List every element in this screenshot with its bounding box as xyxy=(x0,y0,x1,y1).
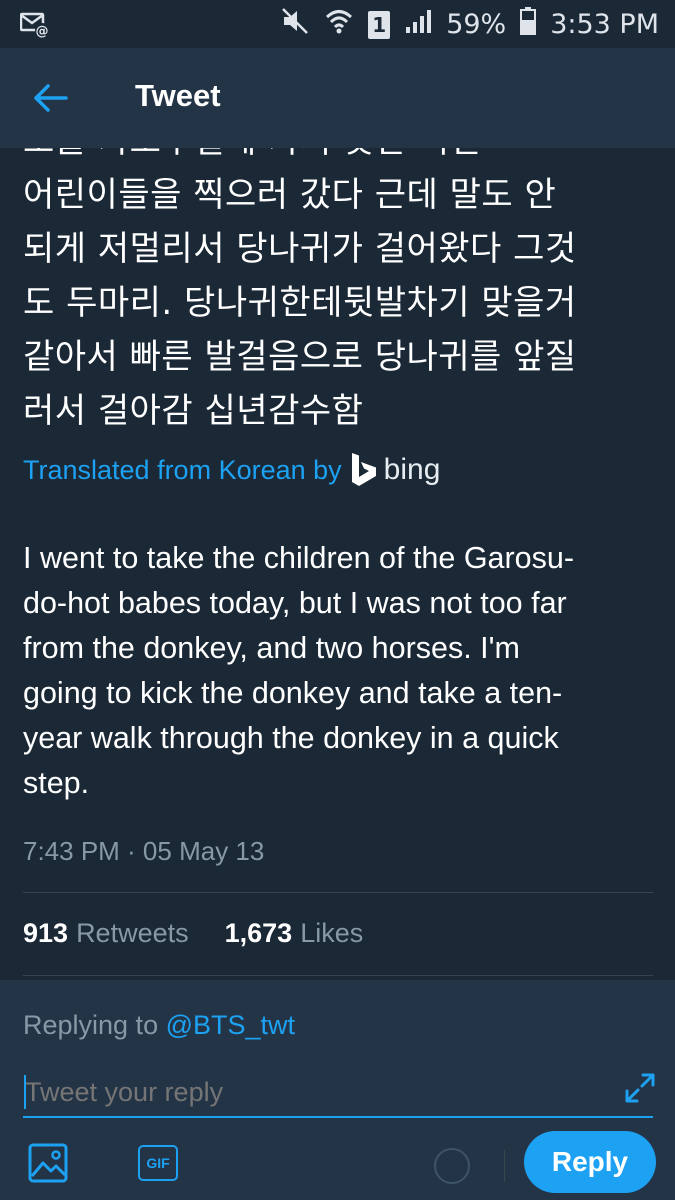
signal-icon xyxy=(404,7,432,42)
tweet-text-line: 도 두마리. 당나귀한테뒷발차기 맞을거 xyxy=(23,283,577,323)
battery-icon xyxy=(520,7,537,42)
clock: 3:53 PM xyxy=(550,9,659,40)
page-title: Tweet xyxy=(135,78,221,113)
battery-percent: 59% xyxy=(446,9,507,40)
translator-name: bing xyxy=(383,453,441,486)
reply-composer: Replying to @BTS_twt GIF Reply xyxy=(0,980,675,1200)
divider xyxy=(504,1150,505,1182)
tweet-text-line: 어린이들을 찍으러 갔다 근데 말도 안 xyxy=(23,175,557,215)
mute-icon xyxy=(280,6,310,43)
translation-line: step. xyxy=(23,766,90,800)
tweet-detail: 오늘 가로수길에 가서 핫한 어린 어린이들을 찍으러 갔다 근데 말도 안 되… xyxy=(0,148,675,980)
likes-label: Likes xyxy=(300,918,364,948)
gif-button[interactable]: GIF xyxy=(138,1145,178,1181)
status-bar: @ 1 59% 3:53 PM xyxy=(0,0,675,48)
svg-text:@: @ xyxy=(36,24,49,38)
translation-line: year walk through the donkey in a quick xyxy=(23,721,559,755)
translated-label: Translated from Korean by xyxy=(23,454,342,485)
bing-icon xyxy=(351,453,376,486)
tweet-text-original: 오늘 가로수길에 가서 핫한 어린 어린이들을 찍으러 갔다 근데 말도 안 되… xyxy=(23,148,663,438)
replying-to: Replying to @BTS_twt xyxy=(23,1010,295,1041)
tweet-text-translation: I went to take the children of the Garos… xyxy=(23,536,663,806)
tweet-text-line: 같아서 빠른 발걸음으로 당나귀를 앞질 xyxy=(23,337,577,377)
sms-email-icon: @ xyxy=(19,10,50,42)
translation-line: I went to take the children of the Garos… xyxy=(23,541,574,575)
translation-attribution[interactable]: Translated from Korean by bing xyxy=(23,452,440,488)
back-arrow-icon[interactable] xyxy=(30,78,78,118)
bing-logo: bing xyxy=(350,452,441,488)
reply-input[interactable] xyxy=(23,1068,653,1118)
sim-slot-icon: 1 xyxy=(368,10,391,39)
translation-line: do-hot babes today, but I was not too fa… xyxy=(23,586,567,620)
wifi-icon xyxy=(324,6,354,43)
retweets-count: 913 xyxy=(23,918,69,948)
retweets-label: Retweets xyxy=(76,918,189,948)
tweet-text-line: 오늘 가로수길에 가서 핫한 어린 xyxy=(23,148,663,168)
image-icon[interactable] xyxy=(28,1143,68,1183)
tweet-stats: 913 Retweets 1,673 Likes xyxy=(23,918,393,949)
replying-handle[interactable]: @BTS_twt xyxy=(166,1010,295,1040)
divider xyxy=(23,892,653,893)
expand-icon[interactable] xyxy=(624,1072,656,1104)
tweet-text-line: 러서 걸아감 십년감수함 xyxy=(23,391,364,431)
divider xyxy=(23,975,653,976)
tweet-timestamp: 7:43 PM · 05 May 13 xyxy=(23,836,265,866)
reply-button[interactable]: Reply xyxy=(524,1131,656,1193)
text-caret xyxy=(24,1075,26,1109)
character-counter xyxy=(434,1148,470,1184)
app-bar: Tweet xyxy=(0,48,675,148)
retweets-stat[interactable]: 913 Retweets xyxy=(23,918,189,949)
tweet-text-line: 되게 저멀리서 당나귀가 걸어왔다 그것 xyxy=(23,229,577,269)
replying-prefix: Replying to xyxy=(23,1010,159,1040)
likes-count: 1,673 xyxy=(224,918,293,948)
translation-line: from the donkey, and two horses. I'm xyxy=(23,631,520,665)
translation-line: going to kick the donkey and take a ten- xyxy=(23,676,563,710)
likes-stat[interactable]: 1,673 Likes xyxy=(225,918,364,949)
